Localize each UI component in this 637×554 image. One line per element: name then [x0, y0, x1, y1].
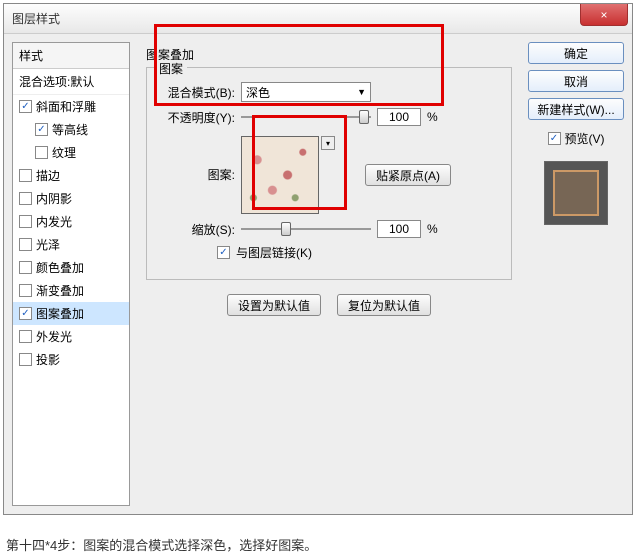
sidebar-item-label: 描边 — [36, 167, 60, 184]
section-title: 图案叠加 — [146, 46, 512, 63]
sidebar-item-4[interactable]: 内阴影 — [13, 187, 129, 210]
sidebar-subheader[interactable]: 混合选项:默认 — [13, 69, 129, 95]
sidebar-item-label: 投影 — [36, 351, 60, 368]
sidebar-checkbox[interactable] — [19, 215, 32, 228]
new-style-button[interactable]: 新建样式(W)... — [528, 98, 624, 120]
pattern-fieldset: 图案 混合模式(B): 深色 ▼ 不透明度(Y): 100 % 图案: — [146, 67, 512, 280]
set-default-button[interactable]: 设置为默认值 — [227, 294, 321, 316]
snap-origin-button[interactable]: 贴紧原点(A) — [365, 164, 451, 186]
percent-label: % — [427, 222, 438, 236]
sidebar-checkbox[interactable] — [19, 261, 32, 274]
sidebar-item-label: 斜面和浮雕 — [36, 98, 96, 115]
blend-mode-value: 深色 — [246, 84, 270, 101]
sidebar-item-3[interactable]: 描边 — [13, 164, 129, 187]
sidebar-item-label: 渐变叠加 — [36, 282, 84, 299]
scale-slider[interactable] — [241, 222, 371, 236]
opacity-label: 不透明度(Y): — [157, 109, 235, 126]
reset-default-button[interactable]: 复位为默认值 — [337, 294, 431, 316]
sidebar-item-2[interactable]: 纹理 — [13, 141, 129, 164]
link-row: ✓ 与图层链接(K) — [157, 244, 501, 261]
pattern-dropdown-icon[interactable]: ▾ — [321, 136, 335, 150]
opacity-row: 不透明度(Y): 100 % — [157, 108, 501, 126]
sidebar-item-11[interactable]: 投影 — [13, 348, 129, 371]
scale-label: 缩放(S): — [157, 221, 235, 238]
sidebar-header: 样式 — [13, 43, 129, 69]
close-button[interactable]: × — [580, 4, 628, 26]
percent-label: % — [427, 110, 438, 124]
blend-mode-label: 混合模式(B): — [157, 84, 235, 101]
sidebar-item-label: 光泽 — [36, 236, 60, 253]
sidebar-checkbox[interactable]: ✓ — [35, 123, 48, 136]
scale-value[interactable]: 100 — [377, 220, 421, 238]
sidebar-item-0[interactable]: ✓ 斜面和浮雕 — [13, 95, 129, 118]
sidebar-item-label: 图案叠加 — [36, 305, 84, 322]
dialog-body: 样式 混合选项:默认 ✓ 斜面和浮雕 ✓ 等高线纹理描边内阴影内发光光泽颜色叠加渐变叠… — [4, 34, 632, 514]
sidebar-item-label: 等高线 — [52, 121, 88, 138]
sidebar-checkbox[interactable] — [19, 353, 32, 366]
preview-label: 预览(V) — [565, 130, 605, 147]
blend-mode-row: 混合模式(B): 深色 ▼ — [157, 82, 501, 102]
sidebar-item-label: 内发光 — [36, 213, 72, 230]
sidebar-item-10[interactable]: 外发光 — [13, 325, 129, 348]
sidebar-checkbox[interactable] — [19, 238, 32, 251]
titlebar: 图层样式 × — [4, 4, 632, 34]
sidebar-item-6[interactable]: 光泽 — [13, 233, 129, 256]
preview-row: ✓ 预览(V) — [528, 130, 624, 147]
pattern-label: 图案: — [157, 166, 235, 183]
main-panel: 图案叠加 图案 混合模式(B): 深色 ▼ 不透明度(Y): 100 % — [138, 42, 520, 506]
link-label: 与图层链接(K) — [236, 244, 312, 261]
right-column: 确定 取消 新建样式(W)... ✓ 预览(V) — [528, 42, 624, 506]
sidebar-checkbox[interactable] — [35, 146, 48, 159]
preview-swatch — [544, 161, 608, 225]
cancel-button[interactable]: 取消 — [528, 70, 624, 92]
sidebar-item-7[interactable]: 颜色叠加 — [13, 256, 129, 279]
sidebar-checkbox[interactable] — [19, 169, 32, 182]
sidebar-item-1[interactable]: ✓ 等高线 — [13, 118, 129, 141]
fieldset-legend: 图案 — [155, 60, 187, 77]
sidebar-item-5[interactable]: 内发光 — [13, 210, 129, 233]
sidebar-checkbox[interactable] — [19, 330, 32, 343]
sidebar-item-label: 外发光 — [36, 328, 72, 345]
scale-row: 缩放(S): 100 % — [157, 220, 501, 238]
preview-checkbox[interactable]: ✓ — [548, 132, 561, 145]
sidebar-checkbox[interactable]: ✓ — [19, 100, 32, 113]
blend-mode-select[interactable]: 深色 ▼ — [241, 82, 371, 102]
sidebar-item-9[interactable]: ✓ 图案叠加 — [13, 302, 129, 325]
pattern-swatch[interactable] — [241, 136, 319, 214]
default-buttons-row: 设置为默认值 复位为默认值 — [146, 294, 512, 316]
sidebar-checkbox[interactable] — [19, 192, 32, 205]
opacity-value[interactable]: 100 — [377, 108, 421, 126]
sidebar-item-label: 纹理 — [52, 144, 76, 161]
sidebar-checkbox[interactable] — [19, 284, 32, 297]
opacity-slider[interactable] — [241, 110, 371, 124]
pattern-row: 图案: ▾ 贴紧原点(A) — [157, 136, 501, 214]
close-icon: × — [600, 8, 607, 22]
step-caption: 第十四*4步：图案的混合模式选择深色，选择好图案。 — [6, 535, 637, 554]
sidebar-item-8[interactable]: 渐变叠加 — [13, 279, 129, 302]
ok-button[interactable]: 确定 — [528, 42, 624, 64]
sidebar-item-label: 颜色叠加 — [36, 259, 84, 276]
style-sidebar: 样式 混合选项:默认 ✓ 斜面和浮雕 ✓ 等高线纹理描边内阴影内发光光泽颜色叠加渐变叠… — [12, 42, 130, 506]
sidebar-checkbox[interactable]: ✓ — [19, 307, 32, 320]
chevron-down-icon: ▼ — [357, 87, 366, 97]
link-checkbox[interactable]: ✓ — [217, 246, 230, 259]
sidebar-item-label: 内阴影 — [36, 190, 72, 207]
dialog-title: 图层样式 — [12, 10, 60, 27]
layer-style-dialog: 图层样式 × 样式 混合选项:默认 ✓ 斜面和浮雕 ✓ 等高线纹理描边内阴影内发光光泽… — [3, 3, 633, 515]
